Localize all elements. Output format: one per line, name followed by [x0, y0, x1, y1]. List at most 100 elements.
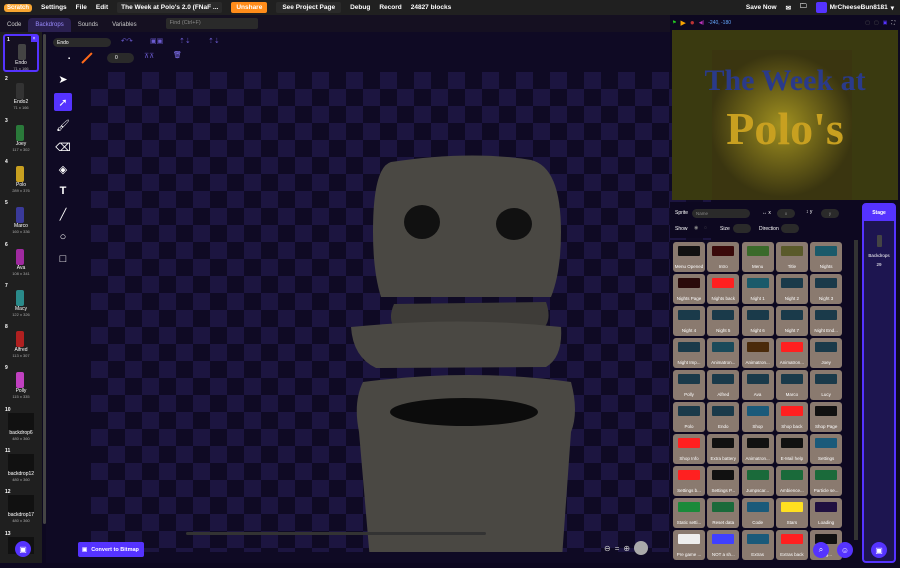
sprite-tile[interactable]: Night 1: [741, 274, 774, 304]
brush-tool[interactable]: 🖌: [54, 116, 72, 134]
costume-item[interactable]: 3 Joey 117 x 302: [3, 117, 39, 155]
mute-icon[interactable]: ◀): [699, 20, 705, 26]
tab-variables[interactable]: Variables: [105, 18, 144, 32]
sprite-tile[interactable]: Animatron...: [775, 338, 808, 368]
normal-stage-icon[interactable]: ▢: [874, 20, 879, 26]
costume-item[interactable]: 4 Polo 289 x 376: [3, 158, 39, 196]
sprite-tile[interactable]: Night 3: [810, 274, 843, 304]
outline-width-input[interactable]: 0: [107, 53, 134, 63]
sprite-tile[interactable]: Shop Page: [810, 402, 843, 432]
sprite-tile[interactable]: Settings P...: [707, 466, 740, 496]
my-stuff-folder-icon[interactable]: 🗀: [800, 2, 807, 13]
sprite-tile[interactable]: Alfred: [707, 370, 740, 400]
costume-item[interactable]: 5 Marco 160 x 336: [3, 199, 39, 237]
sprite-list-scrollbar[interactable]: [854, 240, 858, 540]
delete-icon[interactable]: 🗑: [173, 51, 182, 59]
large-stage-icon[interactable]: ▣: [883, 20, 888, 26]
scratch-logo[interactable]: Scratch: [4, 3, 33, 12]
sprite-tile[interactable]: Stars: [775, 498, 808, 528]
zoom-reset-button[interactable]: =: [615, 544, 620, 555]
zoom-in-icon[interactable]: ⊕: [623, 544, 630, 555]
costume-item[interactable]: 1 Endo 71 x 166 ×: [3, 34, 39, 72]
zoom-out-icon[interactable]: ⊖: [604, 544, 611, 555]
edit-menu[interactable]: Edit: [96, 4, 108, 11]
sprite-tile[interactable]: Night 6: [741, 306, 774, 336]
costume-item[interactable]: 11 backdrop12 480 x 360: [3, 447, 39, 485]
sprite-tile[interactable]: Reset data: [707, 498, 740, 528]
sprite-tile[interactable]: Shop back: [775, 402, 808, 432]
costume-item[interactable]: 8 Alfred 113 x 307: [3, 323, 39, 361]
size-input[interactable]: [733, 224, 751, 233]
sprite-tile[interactable]: Extra battery: [707, 434, 740, 464]
fullscreen-icon[interactable]: ⛶: [891, 20, 895, 26]
sprite-tile[interactable]: Polo: [673, 402, 705, 432]
see-project-page-button[interactable]: See Project Page: [276, 2, 342, 13]
tab-backdrops[interactable]: Backdrops: [28, 18, 71, 32]
tab-sounds[interactable]: Sounds: [71, 18, 105, 32]
green-flag-icon[interactable]: ⚑: [672, 20, 676, 26]
sprite-tile[interactable]: Particle se...: [810, 466, 843, 496]
sprite-tile[interactable]: E-Mail help: [775, 434, 808, 464]
sprite-tile[interactable]: Static setti...: [673, 498, 705, 528]
group-ungroup-icon[interactable]: ▣▣: [150, 37, 163, 45]
choose-backdrop-button[interactable]: ▣: [871, 542, 887, 558]
sprite-tile[interactable]: Night 5: [707, 306, 740, 336]
sprite-tile[interactable]: Night 7: [775, 306, 808, 336]
sprite-tile[interactable]: Ambience...: [775, 466, 808, 496]
sprite-tile[interactable]: Nights Page: [673, 274, 705, 304]
sprite-tile[interactable]: Intro: [707, 242, 740, 272]
messages-icon[interactable]: ✉: [786, 4, 791, 12]
select-tool[interactable]: ➤: [54, 70, 72, 88]
stage-canvas[interactable]: The Week at Polo's: [672, 30, 898, 200]
sprite-tile[interactable]: Shop: [741, 402, 774, 432]
stage-selector[interactable]: Stage Backdrops 29: [862, 203, 896, 563]
settings-menu[interactable]: Settings: [41, 4, 67, 11]
canvas-scrollbar[interactable]: [186, 532, 486, 535]
convert-to-bitmap-button[interactable]: ▣ Convert to Bitmap: [78, 542, 144, 557]
sprite-tile[interactable]: Extras: [741, 530, 774, 560]
costume-item[interactable]: 9 Polly 115 x 335: [3, 364, 39, 402]
sprite-tile[interactable]: Marco: [775, 370, 808, 400]
delete-costume-icon[interactable]: ×: [31, 36, 37, 42]
sprite-tile[interactable]: Night End...: [810, 306, 843, 336]
reshape-tool[interactable]: ➚: [54, 93, 72, 111]
x-input[interactable]: x: [777, 209, 795, 218]
undo-icon[interactable]: ↶↷: [121, 37, 133, 45]
costume-item[interactable]: 2 Endo2 71 x 166: [3, 75, 39, 113]
outline-color-picker[interactable]: [81, 52, 93, 64]
sprite-tile[interactable]: Settings b...: [673, 466, 705, 496]
sprite-tile[interactable]: Nights: [810, 242, 843, 272]
show-hidden-icon[interactable]: ◌: [704, 225, 707, 231]
sprite-tile[interactable]: Night 4: [673, 306, 705, 336]
sprite-tile[interactable]: Animatron...: [741, 434, 774, 464]
sprite-tile[interactable]: Menu Opened: [673, 242, 705, 272]
debug-menu[interactable]: Debug: [350, 4, 370, 11]
sprite-name-input[interactable]: Name: [692, 209, 750, 218]
search-sprite-button[interactable]: ⌕: [813, 542, 829, 558]
find-input[interactable]: Find (Ctrl+F): [165, 18, 258, 29]
front-back-icon[interactable]: ⇡⇣: [208, 37, 220, 45]
fill-color-picker[interactable]: ▪: [68, 56, 70, 62]
sprite-tile[interactable]: Shop Info: [673, 434, 705, 464]
file-menu[interactable]: File: [76, 4, 87, 11]
sprite-tile[interactable]: Extras back: [775, 530, 808, 560]
sprite-tile[interactable]: Polly: [673, 370, 705, 400]
choose-sprite-button[interactable]: ☺: [837, 542, 853, 558]
costume-name-input[interactable]: Endo: [53, 38, 111, 47]
sprite-tile[interactable]: Endo: [707, 402, 740, 432]
project-title-input[interactable]: The Week at Polo's 2.0 (FNaF ...: [117, 2, 223, 13]
sprite-tile[interactable]: Night Imp...: [673, 338, 705, 368]
unshare-button[interactable]: Unshare: [231, 2, 268, 13]
sprite-tile[interactable]: Lucy: [810, 370, 843, 400]
line-tool[interactable]: ╱: [54, 205, 72, 223]
sprite-tile[interactable]: Ava: [741, 370, 774, 400]
direction-input[interactable]: [781, 224, 799, 233]
costume-item[interactable]: 10 backdrop6 480 x 360: [3, 406, 39, 444]
sprite-tile[interactable]: Night 2: [775, 274, 808, 304]
show-visible-icon[interactable]: ◉: [694, 225, 698, 231]
costume-item[interactable]: 12 backdrop17 480 x 360: [3, 488, 39, 526]
sprite-tile[interactable]: Menu: [741, 242, 774, 272]
y-input[interactable]: y: [821, 209, 839, 218]
choose-costume-button[interactable]: ▣: [15, 541, 31, 557]
play-icon[interactable]: ▶: [680, 19, 685, 27]
